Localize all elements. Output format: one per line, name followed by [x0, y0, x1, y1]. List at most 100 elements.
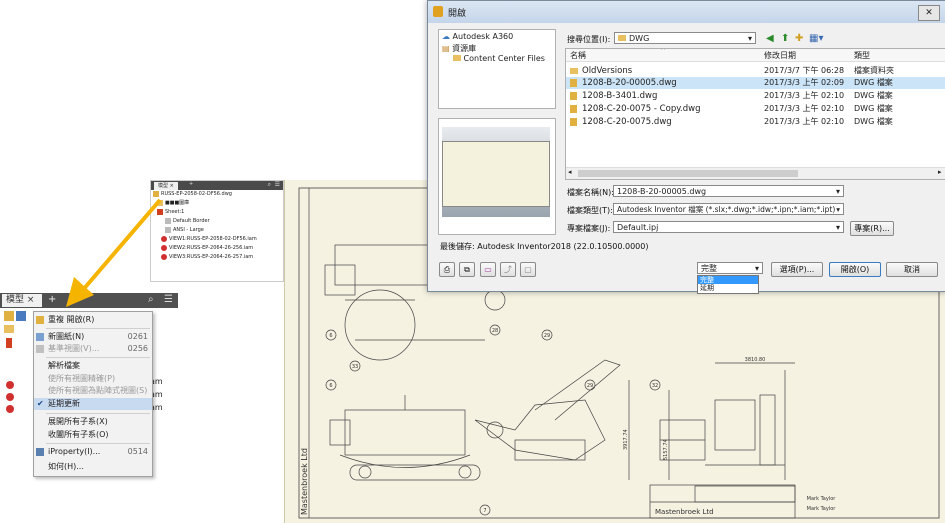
close-icon[interactable]: ×: [170, 183, 174, 189]
filename-input[interactable]: 1208-B-20-00005.dwg ▾: [613, 185, 844, 197]
place-library[interactable]: ▤ 資源庫: [442, 43, 476, 54]
tree-item-drawing[interactable]: RUSS-EP-2058-02-DF56.dwg: [151, 190, 283, 199]
sort-icon: ^: [660, 48, 666, 55]
view-menu-icon[interactable]: ▦▾: [809, 33, 823, 44]
tab-model[interactable]: 模型 ×: [2, 294, 42, 307]
scrollbar-thumb[interactable]: [578, 170, 798, 177]
add-tab-icon[interactable]: +: [48, 294, 56, 305]
drawing-file-icon: [4, 311, 14, 321]
open-button[interactable]: 開啟(O): [829, 262, 881, 277]
menu-item-expand-all[interactable]: 展開所有子系(X): [34, 416, 152, 428]
menu-item-shortcut: 0261: [127, 332, 148, 341]
balloon-label: 6: [329, 333, 332, 339]
cancel-button[interactable]: 取消: [886, 262, 938, 277]
menu-item-raster-views[interactable]: 使所有視圖為點陣式視圖(S): [34, 385, 152, 397]
chevron-down-icon: ▾: [835, 223, 840, 232]
scroll-left-icon[interactable]: ◂: [568, 168, 572, 176]
find-icon[interactable]: ⎙: [439, 262, 455, 277]
menu-item-base-view[interactable]: 基準視圖(V)... 0256: [34, 343, 152, 355]
file-row[interactable]: OldVersions 2017/3/7 下午 06:28 檔案資料夾: [566, 65, 945, 77]
menu-item-resolve-file[interactable]: 解析檔案: [34, 360, 152, 372]
menu-item-iproperty[interactable]: iProperty(I)... 0514: [34, 446, 152, 458]
column-name[interactable]: 名稱: [570, 50, 586, 61]
view-icon: [6, 393, 14, 401]
menu-item-how-to[interactable]: 如何(H)...: [34, 461, 152, 473]
add-tab-icon[interactable]: +: [189, 181, 193, 187]
project-value: Default.ipj: [617, 223, 659, 232]
dimension-label: 3810.80: [745, 357, 766, 363]
tree-item-sheet[interactable]: Sheet:1: [151, 208, 283, 217]
menu-item-label: 延期更新: [48, 399, 80, 408]
menu-item-label: 解析檔案: [48, 361, 80, 370]
look-in-dropdown[interactable]: DWG ▾: [614, 32, 756, 44]
menu-separator: [46, 328, 150, 329]
tree-item-view3[interactable]: VIEW3:RUSS-EP-2064-26-257.iam: [151, 253, 283, 262]
sheet-icon: [6, 338, 12, 348]
side-company-text: Mastenbroek Ltd: [300, 448, 309, 515]
load-mode-dropdown[interactable]: 完整 ▾: [697, 262, 763, 274]
chevron-down-icon: ▾: [835, 187, 840, 196]
menu-separator: [46, 413, 150, 414]
tool-icon[interactable]: ▢: [520, 262, 536, 277]
dimension-label: 5157.74: [663, 439, 669, 460]
column-date[interactable]: 修改日期: [764, 50, 796, 61]
copy-icon[interactable]: ⧉: [459, 262, 475, 277]
menu-item-repeat-open[interactable]: 重複 開啟(R): [34, 314, 152, 326]
file-type: DWG 檔案: [854, 91, 893, 100]
load-mode-option-defer[interactable]: 延期: [698, 284, 758, 292]
project-button[interactable]: 專案(R)...: [850, 221, 894, 236]
link-icon[interactable]: ⤴: [500, 262, 516, 277]
tree-item-view2[interactable]: VIEW2:RUSS-EP-2064-26-256.iam: [151, 244, 283, 253]
menu-separator: [46, 443, 150, 444]
file-date: 2017/3/3 上午 02:10: [764, 104, 845, 113]
scroll-right-icon[interactable]: ▸: [938, 168, 942, 176]
browser-small-header: 模型 × + ⌕ ☰: [151, 181, 283, 190]
tab-model[interactable]: 模型 ×: [154, 182, 178, 190]
tree-item-view1[interactable]: VIEW1:RUSS-EP-2058-02-DF56.iam: [151, 235, 283, 244]
close-icon[interactable]: ×: [27, 295, 35, 305]
up-folder-icon[interactable]: ⬆: [781, 33, 789, 44]
location-icon[interactable]: ▭: [480, 262, 496, 277]
filetype-dropdown[interactable]: Autodesk Inventor 檔案 (*.slx;*.dwg;*.idw;…: [613, 203, 844, 215]
file-row-selected[interactable]: 1208-B-20-00005.dwg 2017/3/3 上午 02:09 DWG …: [566, 77, 945, 89]
base-view-icon: [36, 345, 44, 353]
look-in-value: DWG: [629, 34, 650, 43]
close-icon[interactable]: ✕: [918, 5, 940, 21]
place-a360[interactable]: ☁ Autodesk A360: [442, 32, 513, 41]
menu-icon[interactable]: ☰: [275, 181, 280, 188]
menu-item-precise-views[interactable]: 使所有視圖精確(P): [34, 373, 152, 385]
drawer-name: Mark Taylor: [807, 496, 837, 502]
search-icon[interactable]: ⌕: [268, 181, 271, 189]
horizontal-scrollbar[interactable]: ◂ ▸: [566, 167, 945, 179]
project-dropdown[interactable]: Default.ipj ▾: [613, 221, 844, 233]
menu-item-defer-update[interactable]: ✔ 延期更新: [34, 398, 152, 410]
look-in-label: 搜尋位置(I):: [567, 35, 611, 44]
place-content-center[interactable]: Content Center Files: [453, 54, 545, 63]
place-label: Autodesk A360: [452, 32, 514, 41]
load-mode-option-full[interactable]: 完整: [698, 276, 758, 284]
file-row[interactable]: 1208-B-3401.dwg 2017/3/3 上午 02:10 DWG 檔案: [566, 90, 945, 102]
file-row[interactable]: 1208-C-20-0075 - Copy.dwg 2017/3/3 上午 02:…: [566, 103, 945, 115]
menu-item-label: 基準視圖(V)...: [48, 344, 100, 353]
balloon-label: 28: [492, 328, 498, 334]
menu-item-new-sheet[interactable]: 新圖紙(N) 0261: [34, 331, 152, 343]
menu-item-collapse-all[interactable]: 收闔所有子系(O): [34, 429, 152, 441]
column-type[interactable]: 類型: [854, 50, 870, 61]
place-label: Content Center Files: [463, 54, 545, 63]
file-date: 2017/3/3 上午 02:10: [764, 117, 845, 126]
preview-sheet: [442, 141, 550, 207]
tree-item-library[interactable]: ■■■圖庫: [151, 199, 283, 208]
tree-item-border[interactable]: Default Border: [151, 217, 283, 226]
options-button[interactable]: 選項(P)...: [771, 262, 823, 277]
file-name: 1208-B-3401.dwg: [582, 91, 658, 101]
tab-label: 模型: [158, 183, 169, 189]
balloon-label: 7: [483, 508, 486, 514]
new-folder-icon[interactable]: ✚: [795, 33, 803, 44]
file-row[interactable]: 1208-C-20-0075.dwg 2017/3/3 上午 02:10 DWG 檔…: [566, 116, 945, 128]
dialog-titlebar: 開啟 ✕: [428, 1, 945, 23]
back-icon[interactable]: ◀: [766, 33, 774, 44]
tree-item-titleblock[interactable]: ANSI - Large: [151, 226, 283, 235]
checkmark-icon: ✔: [37, 399, 44, 408]
view-icon: [6, 405, 14, 413]
file-list-header: 名稱 修改日期 類型 ^: [566, 49, 945, 62]
